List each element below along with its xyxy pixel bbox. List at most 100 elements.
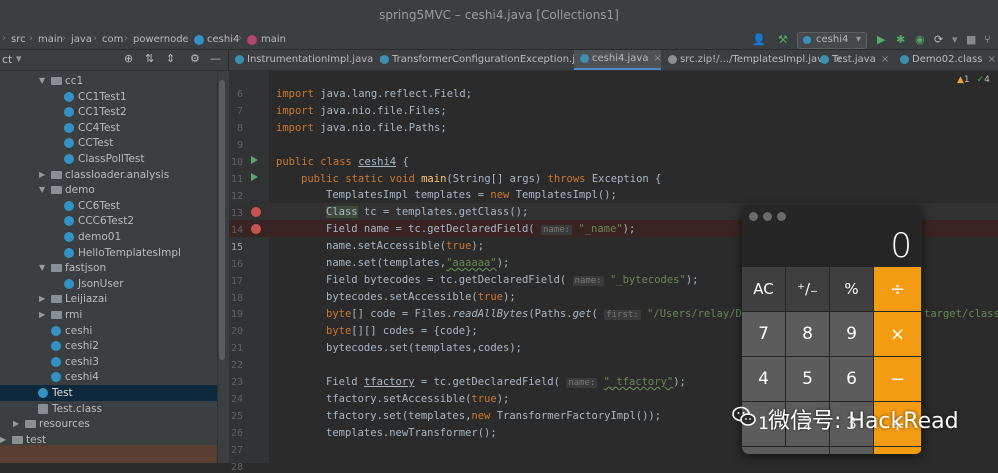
decimal-button[interactable]: . bbox=[830, 447, 874, 454]
digit-8-button[interactable]: 8 bbox=[786, 312, 830, 357]
gear-icon[interactable]: ⚙ bbox=[190, 52, 200, 65]
breadcrumb-item[interactable]: com bbox=[102, 34, 123, 45]
close-icon[interactable]: × bbox=[653, 53, 661, 64]
class-icon bbox=[51, 372, 61, 383]
percent-button[interactable]: % bbox=[830, 267, 874, 312]
run-gutter-icon[interactable] bbox=[251, 156, 258, 164]
tree-item[interactable]: JsonUser bbox=[0, 276, 217, 292]
tree-item[interactable]: ceshi4 bbox=[0, 369, 217, 385]
run-icon[interactable]: ▶ bbox=[877, 33, 885, 46]
tree-item[interactable]: ▶ Leijiazai bbox=[0, 291, 217, 307]
digit-0-button[interactable]: 0 bbox=[742, 447, 830, 454]
class-icon bbox=[64, 154, 74, 164]
debug-icon[interactable]: ✱ bbox=[896, 33, 905, 46]
collapse-all-icon[interactable]: ⇅ bbox=[145, 52, 154, 65]
digit-7-button[interactable]: 7 bbox=[742, 312, 786, 357]
tree-item[interactable]: Test.class bbox=[0, 401, 217, 417]
tree-item[interactable]: ▼ demo bbox=[0, 182, 217, 198]
tab-instrumentationimpl[interactable]: InstrumentationImpl.java× bbox=[229, 50, 387, 70]
chevron-down-icon[interactable]: ▾ bbox=[952, 33, 958, 46]
inspection-widget[interactable]: ▲1 ✓4 bbox=[957, 75, 990, 85]
tree-item[interactable]: ceshi bbox=[0, 323, 217, 339]
breadcrumb-item[interactable]: main bbox=[38, 34, 63, 45]
tree-item-label: CCC6Test2 bbox=[78, 215, 135, 228]
digit-9-button[interactable]: 9 bbox=[830, 312, 874, 357]
close-button[interactable] bbox=[749, 212, 758, 221]
digit-4-button[interactable]: 4 bbox=[742, 357, 786, 402]
class-icon bbox=[64, 200, 74, 211]
tree-item[interactable]: CC1Test2 bbox=[0, 104, 217, 120]
close-icon[interactable]: × bbox=[881, 54, 889, 65]
digit-6-button[interactable]: 6 bbox=[830, 357, 874, 402]
run-config-select[interactable]: ceshi4 ▾ bbox=[797, 32, 867, 49]
line-number: 10 bbox=[230, 156, 243, 168]
tree-item[interactable]: ClassPollTest bbox=[0, 151, 217, 167]
tree-item[interactable]: demo01 bbox=[0, 229, 217, 245]
tree-item[interactable]: ▼ cc1 bbox=[0, 73, 217, 89]
git-icon[interactable]: ⑂ bbox=[984, 33, 991, 46]
expand-all-icon[interactable]: ⇕ bbox=[166, 52, 175, 65]
breakpoint-icon[interactable] bbox=[251, 224, 261, 234]
breadcrumb-item[interactable]: java bbox=[71, 34, 92, 45]
tree-item-label: Leijiazai bbox=[65, 293, 108, 306]
close-icon[interactable]: × bbox=[987, 54, 995, 65]
breadcrumb-item[interactable]: ceshi4 bbox=[207, 34, 239, 45]
class-icon bbox=[51, 341, 61, 352]
tree-item[interactable]: ▶ classloader.analysis bbox=[0, 167, 217, 183]
chevron-down-icon[interactable]: ▼ bbox=[39, 73, 45, 89]
chevron-down-icon[interactable]: ▾ bbox=[16, 52, 22, 65]
breakpoint-icon[interactable] bbox=[251, 207, 261, 217]
tree-scrollbar-thumb[interactable] bbox=[219, 80, 225, 360]
tab-transformerconfigurationexception[interactable]: TransformerConfigurationException.java× bbox=[374, 50, 607, 70]
class-icon bbox=[64, 216, 74, 227]
tree-item[interactable]: ceshi2 bbox=[0, 338, 217, 354]
multiply-button[interactable]: × bbox=[874, 312, 922, 357]
breadcrumb-item[interactable]: powernode bbox=[133, 34, 189, 45]
chevron-down-icon[interactable]: ▼ bbox=[39, 182, 45, 198]
window-title: spring5MVC – ceshi4.java [Collections1] bbox=[379, 8, 619, 22]
tree-item[interactable]: HelloTemplatesImpl bbox=[0, 245, 217, 261]
chevron-right-icon[interactable]: ▶ bbox=[39, 291, 45, 307]
tree-item-label: HelloTemplatesImpl bbox=[78, 246, 181, 259]
sign-toggle-button[interactable]: ⁺∕₋ bbox=[786, 267, 830, 312]
tree-item[interactable]: ▼ fastjson bbox=[0, 260, 217, 276]
tree-item[interactable]: CC6Test bbox=[0, 198, 217, 214]
breadcrumb-item[interactable]: main bbox=[261, 34, 286, 45]
tree-item[interactable]: CCC6Test2 bbox=[0, 213, 217, 229]
run-gutter-icon[interactable] bbox=[251, 173, 258, 181]
stop-icon[interactable]: ■ bbox=[966, 33, 976, 46]
tree-item-label: JsonUser bbox=[78, 277, 124, 290]
chevron-down-icon[interactable]: ▼ bbox=[39, 260, 45, 276]
digit-5-button[interactable]: 5 bbox=[786, 357, 830, 402]
line-number: 27 bbox=[230, 445, 243, 457]
tree-item[interactable]: ceshi3 bbox=[0, 354, 217, 370]
user-icon[interactable]: 👤 bbox=[752, 33, 766, 46]
subtract-button[interactable]: − bbox=[874, 357, 922, 402]
breadcrumb-item[interactable]: src bbox=[11, 34, 26, 45]
chevron-right-icon[interactable]: ▶ bbox=[13, 416, 19, 432]
minimize-button[interactable] bbox=[763, 212, 772, 221]
tree-item[interactable]: CC1Test1 bbox=[0, 89, 217, 105]
hammer-icon[interactable]: ⚒ bbox=[778, 33, 788, 46]
chevron-right-icon[interactable]: ▶ bbox=[39, 307, 45, 323]
crosshair-icon[interactable]: ⊕ bbox=[124, 52, 133, 65]
coverage-icon[interactable]: ◉ bbox=[915, 33, 925, 46]
tab-demo02[interactable]: Demo02.class × bbox=[894, 50, 996, 70]
clear-button[interactable]: AC bbox=[742, 267, 786, 312]
class-icon bbox=[380, 54, 389, 64]
tree-item[interactable]: ▶ resources bbox=[0, 416, 217, 432]
tree-item[interactable]: ▶ rmi bbox=[0, 307, 217, 323]
tab-ceshi4[interactable]: ceshi4.java × bbox=[574, 50, 662, 70]
tree-item[interactable]: CCTest bbox=[0, 135, 217, 151]
line-number: 22 bbox=[230, 360, 243, 372]
tree-item[interactable]: Test bbox=[0, 385, 217, 401]
chevron-right-icon[interactable]: ▶ bbox=[39, 167, 45, 183]
calculator-display: 0 bbox=[890, 226, 912, 266]
zoom-button[interactable] bbox=[777, 212, 786, 221]
minimize-icon[interactable]: — bbox=[210, 52, 221, 65]
profile-icon[interactable]: ⟳ bbox=[934, 33, 943, 46]
tab-test[interactable]: Test.java × bbox=[814, 50, 889, 70]
divide-button[interactable]: ÷ bbox=[874, 267, 922, 312]
equals-button[interactable]: = bbox=[874, 447, 922, 454]
tree-item[interactable]: CC4Test bbox=[0, 120, 217, 136]
